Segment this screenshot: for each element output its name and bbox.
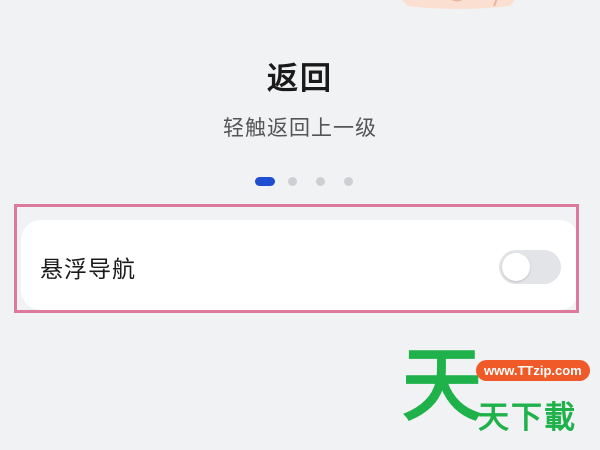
watermark-badge: www.TTzip.com [476,360,590,381]
watermark-text: 天下載 [478,400,577,436]
page-dot-4 [344,176,353,186]
page-title: 返回 [267,61,333,97]
page-indicator [255,176,353,186]
page-dot-1 [255,176,275,186]
page-subtitle: 轻触返回上一级 [223,116,377,140]
page-dot-2 [288,176,297,186]
watermark-logo: 天 www.TTzip.com 天下載 [400,346,590,444]
highlight-frame [14,204,579,313]
page-dot-3 [316,176,325,186]
hand-illustration [402,0,515,9]
watermark-big-char: 天 [402,339,482,432]
